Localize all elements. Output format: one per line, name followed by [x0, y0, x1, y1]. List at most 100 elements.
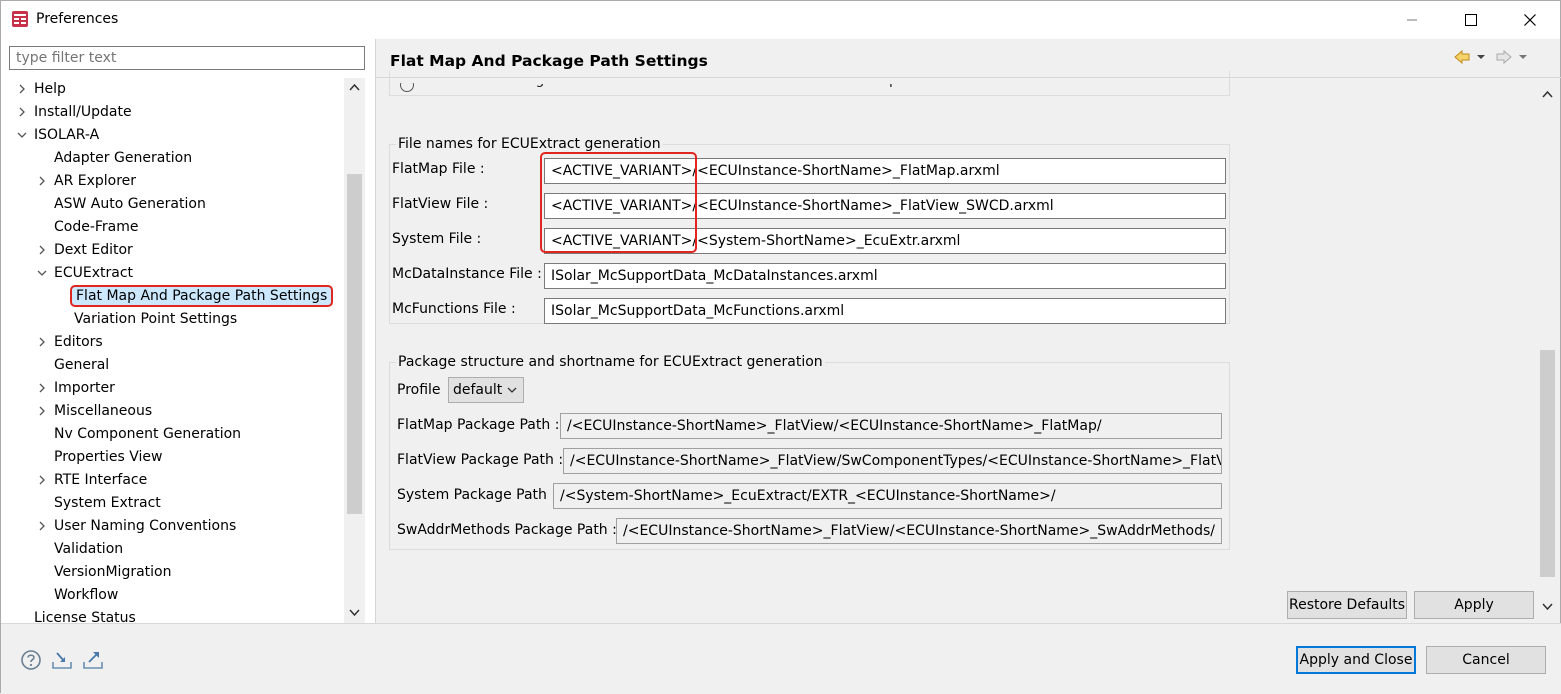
panel-divider[interactable] [375, 39, 376, 623]
tree-item[interactable]: General [1, 354, 344, 376]
minimize-button[interactable] [1386, 1, 1438, 39]
scroll-down-icon[interactable] [348, 606, 361, 619]
tree-item-label: Miscellaneous [54, 403, 153, 419]
chevron-down-icon[interactable] [16, 129, 28, 141]
chevron-right-icon[interactable] [36, 336, 48, 348]
tree-item-selected[interactable]: Flat Map And Package Path Settings [1, 285, 344, 307]
content-scrollbar-thumb[interactable] [1540, 350, 1555, 577]
tree-item-label: RTE Interface [54, 472, 148, 488]
apply-and-close-button[interactable]: Apply and Close [1296, 646, 1416, 674]
help-icon[interactable] [20, 649, 42, 671]
tree-item[interactable]: Miscellaneous [1, 400, 344, 422]
mcdatainstance-file-field[interactable]: ISolar_McSupportData_McDataInstances.arx… [544, 263, 1226, 289]
close-icon [1524, 14, 1536, 26]
flatmap-package-path-field[interactable]: /<ECUInstance-ShortName>_FlatView/<ECUIn… [560, 413, 1222, 439]
tree-scrollbar[interactable] [344, 78, 365, 623]
tree-item-label: Dext Editor [54, 242, 133, 258]
system-package-path-label: System Package Path : [397, 487, 557, 503]
export-icon[interactable] [82, 649, 104, 671]
system-package-path-field[interactable]: /<System-ShortName>_EcuExtract/EXTR_<ECU… [553, 483, 1222, 509]
chevron-right-icon[interactable] [36, 474, 48, 486]
tree-item[interactable]: Variation Point Settings [1, 308, 344, 330]
chevron-down-icon[interactable] [36, 267, 48, 279]
tree-item[interactable]: Importer [1, 377, 344, 399]
flatview-package-path-label: FlatView Package Path : [397, 452, 564, 468]
tree-item[interactable]: Workflow [1, 584, 344, 606]
back-icon[interactable] [1453, 48, 1489, 66]
tree-item-label: Properties View [54, 449, 163, 465]
tree-item-label: Variation Point Settings [74, 311, 238, 327]
tree-item[interactable]: Adapter Generation [1, 147, 344, 169]
tree-item[interactable]: ECUExtract [1, 262, 344, 284]
package-structure-group-title: Package structure and shortname for ECUE… [396, 354, 825, 370]
minimize-icon [1407, 19, 1417, 21]
tree-item-label: AR Explorer [54, 173, 137, 189]
tree-item[interactable]: AR Explorer [1, 170, 344, 192]
swaddrmethods-package-path-label: SwAddrMethods Package Path : [397, 522, 617, 538]
tree-item[interactable]: Nv Component Generation [1, 423, 344, 445]
tree-item[interactable]: Help [1, 78, 344, 100]
tree-item[interactable]: System Extract [1, 492, 344, 514]
profile-select-value: default [453, 382, 503, 398]
chevron-right-icon[interactable] [36, 520, 48, 532]
tree-item[interactable]: Editors [1, 331, 344, 353]
filter-input[interactable] [9, 46, 365, 70]
tree-item[interactable]: Dext Editor [1, 239, 344, 261]
maximize-button[interactable] [1445, 1, 1497, 39]
chevron-right-icon[interactable] [16, 106, 28, 118]
scroll-down-icon[interactable] [1541, 600, 1554, 613]
mcfunctions-file-label: McFunctions File : [392, 301, 516, 317]
tree-item[interactable]: Validation [1, 538, 344, 560]
tree-item-label: Flat Map And Package Path Settings [70, 285, 334, 307]
file-names-group-title: File names for ECUExtract generation [396, 136, 663, 152]
scroll-up-icon[interactable] [348, 81, 361, 94]
chevron-right-icon[interactable] [36, 382, 48, 394]
tree-item-label: Editors [54, 334, 103, 350]
tree-item-label: License Status [34, 610, 136, 623]
tree-item-label: System Extract [54, 495, 161, 511]
profile-select[interactable]: default [448, 377, 524, 403]
tree-scrollbar-thumb[interactable] [347, 174, 362, 514]
forward-icon[interactable] [1495, 48, 1531, 66]
tree-item[interactable]: ASW Auto Generation [1, 193, 344, 215]
profile-label: Profile [397, 382, 441, 398]
chevron-right-icon[interactable] [36, 244, 48, 256]
swaddrmethods-package-path-field[interactable]: /<ECUInstance-ShortName>_FlatView/<ECUIn… [616, 518, 1222, 544]
tree-item-label: Nv Component Generation [54, 426, 242, 442]
flatmap-package-path-label: FlatMap Package Path : [397, 417, 560, 433]
apply-button[interactable]: Apply [1414, 591, 1534, 619]
tree-item-label: Importer [54, 380, 115, 396]
tree-item-label: ASW Auto Generation [54, 196, 206, 212]
naming-convention-group [389, 71, 1230, 96]
title-bar: Preferences [1, 1, 1560, 39]
tree-item[interactable]: Code-Frame [1, 216, 344, 238]
content-scrollbar[interactable] [1537, 78, 1558, 618]
scroll-up-icon[interactable] [1541, 88, 1554, 101]
tree-item-label: ISOLAR-A [34, 127, 100, 143]
tree-item[interactable]: Install/Update [1, 101, 344, 123]
flatmap-file-label: FlatMap File : [392, 161, 485, 177]
tree-item[interactable]: ISOLAR-A [1, 124, 344, 146]
restore-defaults-button[interactable]: Restore Defaults [1287, 591, 1407, 619]
mcdatainstance-file-label: McDataInstance File : [392, 266, 542, 282]
import-icon[interactable] [51, 649, 73, 671]
tree-item[interactable]: License Status [1, 607, 344, 623]
cancel-button[interactable]: Cancel [1426, 646, 1546, 674]
chevron-right-icon[interactable] [36, 175, 48, 187]
tree-item-label: Adapter Generation [54, 150, 193, 166]
tree-item[interactable]: Properties View [1, 446, 344, 468]
tree-item[interactable]: User Naming Conventions [1, 515, 344, 537]
tree-item-label: Help [34, 81, 66, 97]
mcfunctions-file-field[interactable]: ISolar_McSupportData_McFunctions.arxml [544, 298, 1226, 324]
chevron-right-icon[interactable] [36, 405, 48, 417]
chevron-right-icon[interactable] [16, 83, 28, 95]
active-variant-highlight [540, 152, 697, 253]
close-window-button[interactable] [1504, 1, 1556, 39]
tree-item[interactable]: VersionMigration [1, 561, 344, 583]
flatview-package-path-field[interactable]: /<ECUInstance-ShortName>_FlatView/SwComp… [563, 448, 1222, 474]
tree-item[interactable]: RTE Interface [1, 469, 344, 491]
tree-item-label: Validation [54, 541, 124, 557]
page-title: Flat Map And Package Path Settings [390, 52, 708, 70]
flatview-file-label: FlatView File : [392, 196, 489, 212]
maximize-icon [1465, 14, 1477, 26]
